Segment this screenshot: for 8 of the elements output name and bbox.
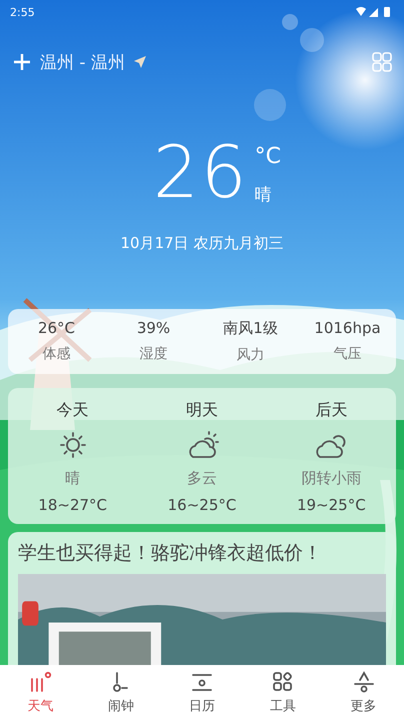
more-icon bbox=[352, 670, 376, 692]
tab[interactable]: 闹钟 bbox=[80, 665, 162, 720]
tab[interactable]: 日历 bbox=[162, 665, 242, 720]
tab[interactable]: 工具 bbox=[242, 665, 324, 720]
tab[interactable]: 更多 bbox=[323, 665, 404, 720]
grid-icon bbox=[270, 670, 295, 692]
tab[interactable]: 天气 bbox=[0, 665, 81, 720]
thermometer-icon bbox=[28, 670, 52, 692]
